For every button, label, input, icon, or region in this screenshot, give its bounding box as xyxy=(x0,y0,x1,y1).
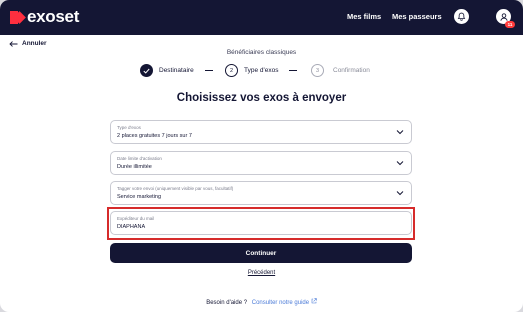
page-subtitle: Bénéficiaires classiques xyxy=(226,49,297,56)
expediteur-highlight-box xyxy=(107,207,415,240)
cancel-label: Annuler xyxy=(22,40,47,47)
guide-link-label: Consulter notre guide xyxy=(251,300,310,306)
tag-envoi-select[interactable]: Tagger votre envoi (uniquement visible p… xyxy=(110,181,412,205)
chevron-down-icon xyxy=(396,130,404,135)
cancel-link[interactable]: Annuler xyxy=(9,40,47,47)
step-2-label: Type d'exos xyxy=(244,67,279,74)
previous-link[interactable]: Précédent xyxy=(248,270,275,276)
help-question: Besoin d'aide ? xyxy=(206,300,248,306)
notification-badge: 11 xyxy=(505,21,515,28)
step-3-label: Confirmation xyxy=(333,67,370,74)
logo-text: exoset xyxy=(27,7,80,26)
date-limite-label: Date limite d'activation xyxy=(117,156,162,161)
nav-mes-films[interactable]: Mes films xyxy=(347,12,381,21)
page-title: Choisissez vos exos à envoyer xyxy=(176,92,347,104)
chevron-down-icon xyxy=(396,191,404,196)
arrow-left-icon xyxy=(9,40,18,47)
nav-mes-passeurs[interactable]: Mes passeurs xyxy=(392,12,442,21)
date-limite-value: Durée illimitée xyxy=(117,164,152,170)
step-2-number: 2 xyxy=(225,64,238,77)
guide-link[interactable]: Consulter notre guide xyxy=(251,298,317,306)
type-exos-select[interactable]: Type d'exos 2 places gratuites 7 jours s… xyxy=(110,120,412,144)
bell-icon[interactable] xyxy=(454,9,469,24)
step-divider xyxy=(289,70,297,71)
step-divider xyxy=(205,70,213,71)
stepper: Destinataire 2 Type d'exos 3 Confirmatio… xyxy=(0,64,523,78)
external-link-icon xyxy=(311,298,317,304)
step-1-label: Destinataire xyxy=(159,67,194,74)
date-limite-select[interactable]: Date limite d'activation Durée illimitée xyxy=(110,151,412,175)
previous-link-row: Précédent xyxy=(0,270,523,276)
type-exos-label: Type d'exos xyxy=(117,125,141,130)
logo-mark-icon xyxy=(10,10,23,24)
continue-button[interactable]: Continuer xyxy=(110,243,412,263)
tag-envoi-label: Tagger votre envoi (uniquement visible p… xyxy=(117,186,234,191)
exoset-logo[interactable]: exoset xyxy=(10,8,79,26)
step-1-check-icon xyxy=(140,64,153,77)
step-3-number: 3 xyxy=(311,64,324,77)
type-exos-value: 2 places gratuites 7 jours sur 7 xyxy=(117,133,192,139)
app-frame: exoset Mes films Mes passeurs 11 Annuler… xyxy=(0,0,523,312)
top-navigation-bar: exoset Mes films Mes passeurs 11 xyxy=(0,0,523,35)
help-row: Besoin d'aide ? Consulter notre guide xyxy=(0,298,523,306)
tag-envoi-value: Service marketing xyxy=(117,194,162,200)
chevron-down-icon xyxy=(396,161,404,166)
